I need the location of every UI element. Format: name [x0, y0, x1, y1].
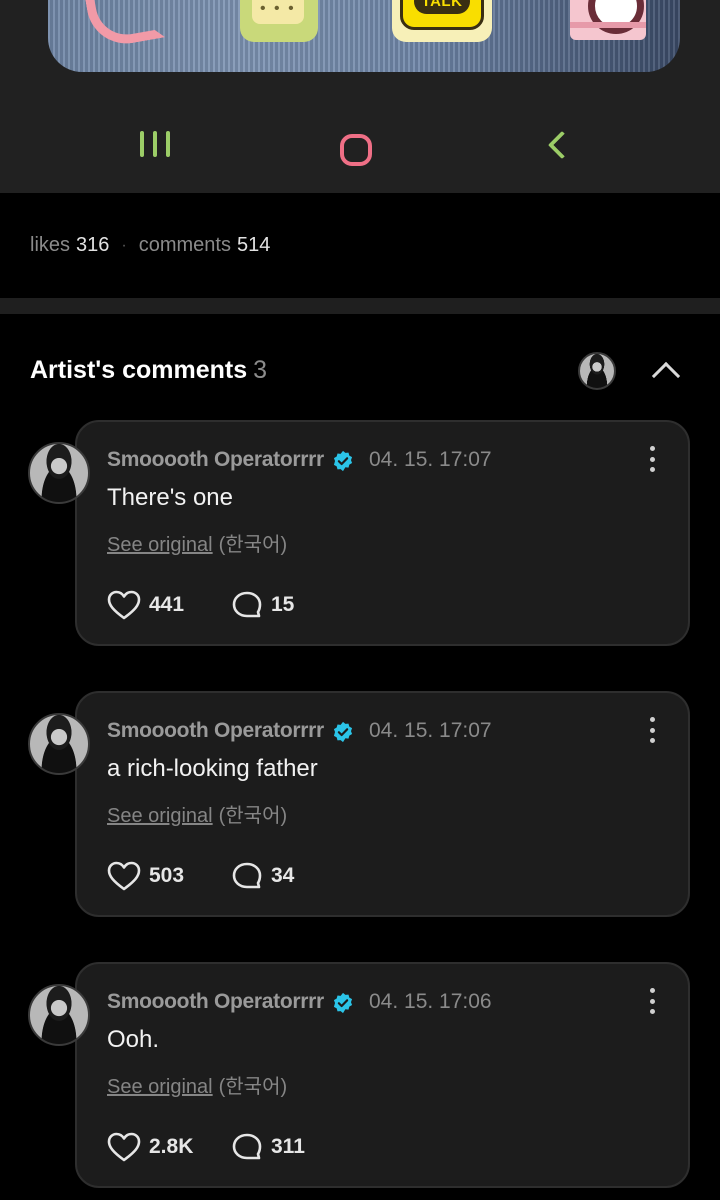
original-language: (한국어): [218, 1076, 288, 1098]
more-options-icon[interactable]: [647, 988, 657, 1014]
comment-timestamp: 04. 15. 17:07: [369, 448, 492, 471]
see-original-row: See original (한국어): [107, 1070, 287, 1099]
verified-badge-icon: [333, 450, 353, 472]
comment-item: Smooooth Operatorrrr 04. 15. 17:07 a ric…: [0, 691, 720, 917]
avatar[interactable]: [28, 713, 90, 775]
more-options-icon[interactable]: [647, 446, 657, 472]
heart-icon: [107, 861, 141, 891]
comment-timestamp: 04. 15. 17:07: [369, 719, 492, 742]
reply-button[interactable]: 15: [231, 590, 294, 620]
original-language: (한국어): [218, 534, 288, 556]
see-original-row: See original (한국어): [107, 528, 287, 557]
comment-author[interactable]: Smooooth Operatorrrr: [107, 448, 324, 472]
reply-bubble-icon: [232, 1133, 262, 1160]
phone-app-icon: [82, 0, 150, 38]
comment-item: Smooooth Operatorrrr 04. 15. 17:06 Ooh. …: [0, 962, 720, 1188]
see-original-row: See original (한국어): [107, 799, 287, 828]
kakaotalk-app-icon: TALK: [392, 0, 492, 42]
post-stats: likes 316 · comments 514: [30, 234, 270, 257]
comment-card: Smooooth Operatorrrr 04. 15. 17:06 Ooh. …: [75, 962, 690, 1188]
like-count: 441: [149, 593, 185, 616]
back-icon: [547, 130, 577, 160]
talk-label: TALK: [413, 0, 471, 14]
like-button[interactable]: 2.8K: [107, 1132, 193, 1162]
like-button[interactable]: 503: [107, 861, 184, 891]
verified-badge-icon: [333, 721, 353, 743]
reply-count: 34: [271, 864, 295, 887]
messages-app-icon: [240, 0, 318, 42]
verified-badge-icon: [333, 992, 353, 1014]
comment-text: Ooh.: [107, 1026, 160, 1053]
comment-author[interactable]: Smooooth Operatorrrr: [107, 719, 324, 743]
reply-button[interactable]: 311: [231, 1132, 305, 1162]
comment-card: Smooooth Operatorrrr 04. 15. 17:07 a ric…: [75, 691, 690, 917]
talk-bubble-icon: TALK: [400, 0, 484, 30]
artist-comments-count: 3: [253, 356, 268, 384]
reply-count: 15: [271, 593, 295, 616]
more-options-icon[interactable]: [647, 717, 657, 743]
separator-dot: ·: [121, 236, 127, 254]
like-count: 2.8K: [149, 1135, 194, 1158]
see-original-link[interactable]: See original: [107, 1076, 213, 1098]
section-divider: [0, 298, 720, 314]
home-icon: [340, 134, 372, 166]
reply-bubble-icon: [232, 591, 262, 618]
comment-item: Smooooth Operatorrrr 04. 15. 17:07 There…: [0, 420, 720, 646]
chevron-up-icon[interactable]: [651, 361, 681, 391]
comment-timestamp: 04. 15. 17:06: [369, 990, 492, 1013]
comments-count[interactable]: 514: [237, 234, 270, 257]
artist-comments-title: Artist's comments: [30, 356, 248, 384]
like-count: 503: [149, 864, 185, 887]
avatar[interactable]: [28, 984, 90, 1046]
like-button[interactable]: 441: [107, 590, 184, 620]
comment-text: a rich-looking father: [107, 755, 318, 782]
original-language: (한국어): [218, 805, 288, 827]
avatar[interactable]: [28, 442, 90, 504]
see-original-link[interactable]: See original: [107, 805, 213, 827]
see-original-link[interactable]: See original: [107, 534, 213, 556]
reply-button[interactable]: 34: [231, 861, 294, 891]
comments-label: comments: [138, 234, 231, 256]
heart-icon: [107, 1132, 141, 1162]
comment-author[interactable]: Smooooth Operatorrrr: [107, 990, 324, 1014]
reply-count: 311: [271, 1135, 305, 1158]
comment-text: There's one: [107, 484, 233, 511]
likes-label: likes: [30, 234, 71, 256]
recent-apps-icon: [140, 128, 170, 160]
artist-avatar[interactable]: [578, 352, 616, 390]
embedded-phone-screenshot: TALK: [0, 0, 720, 193]
camera-app-icon: [570, 0, 646, 40]
comment-card: Smooooth Operatorrrr 04. 15. 17:07 There…: [75, 420, 690, 646]
heart-icon: [107, 590, 141, 620]
home-screen-wallpaper: TALK: [48, 0, 680, 72]
artist-comments-heading: Artist's comments 3: [30, 356, 267, 385]
likes-count[interactable]: 316: [76, 234, 109, 257]
reply-bubble-icon: [232, 862, 262, 889]
